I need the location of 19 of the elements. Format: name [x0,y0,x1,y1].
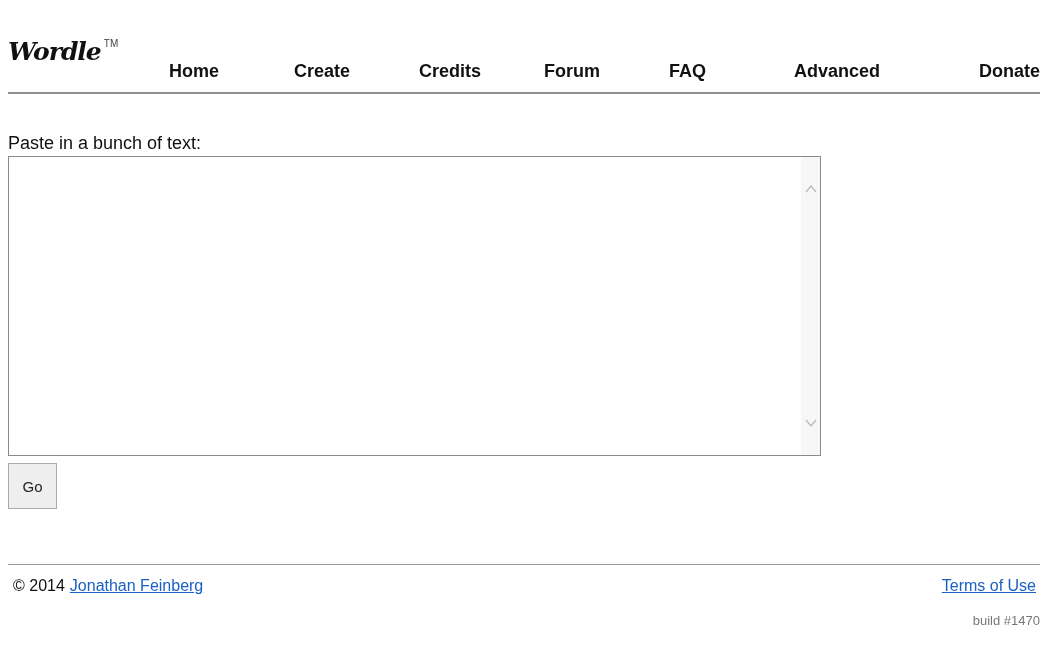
terms-link[interactable]: Terms of Use [941,577,1036,595]
nav-link[interactable]: Forum [544,61,669,82]
trademark-mark: TM [103,38,119,50]
down-caret-icon[interactable] [804,419,817,427]
copyright-text: © 2014 [13,577,65,595]
build-number: build #1470 [972,613,1040,628]
nav-link[interactable]: FAQ [669,61,794,82]
field-label: Paste in a bunch of text: [8,132,203,154]
nav-link[interactable]: Advanced [794,61,919,82]
logo[interactable]: Wordle [8,38,101,66]
nav-link[interactable]: Credits [419,61,544,82]
up-caret-icon[interactable] [804,185,817,193]
nav-link[interactable]: Home [169,61,294,82]
scrollbar[interactable] [801,157,820,455]
nav-link[interactable]: Donate [979,61,1040,82]
author-link[interactable]: Jonathan Feinberg [69,577,204,595]
go-button[interactable]: Go [8,463,57,509]
text-input-field[interactable] [8,156,821,456]
nav-link[interactable]: Create [294,61,419,82]
